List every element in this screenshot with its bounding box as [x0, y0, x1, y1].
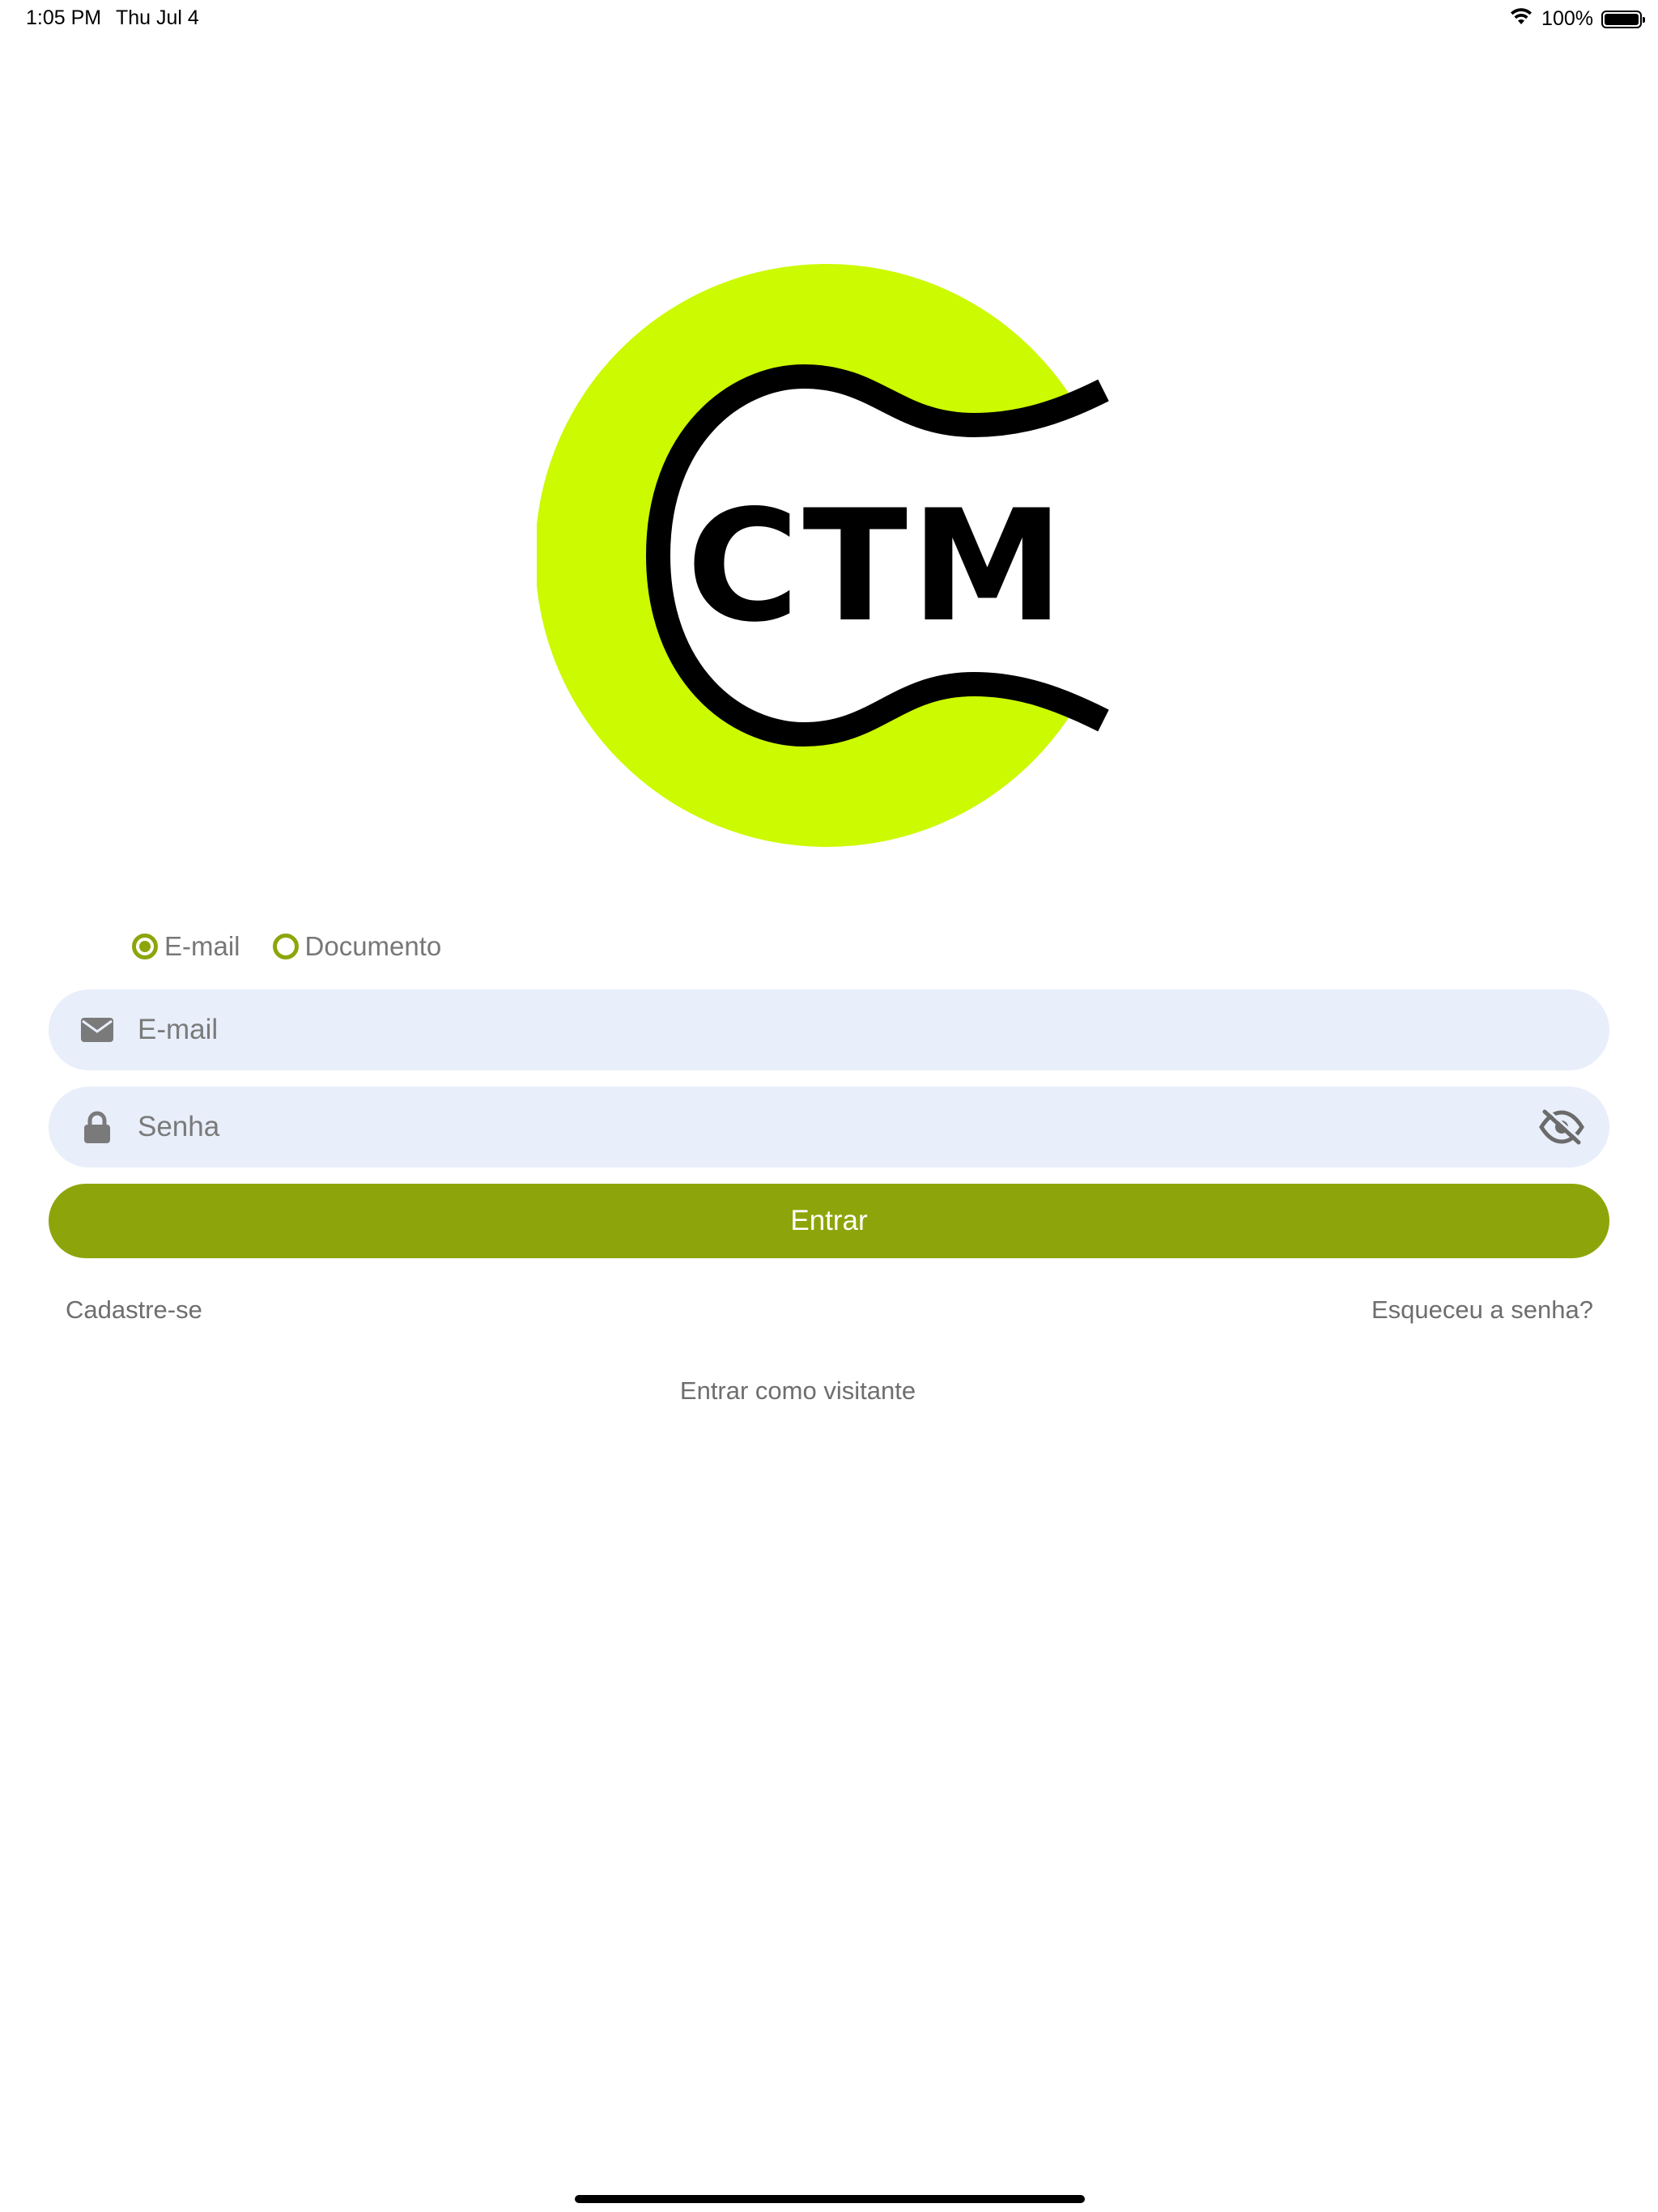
battery-percent: 100%	[1541, 7, 1593, 30]
eye-slash-icon[interactable]	[1538, 1107, 1585, 1147]
battery-icon	[1601, 10, 1645, 28]
logo-text: CTM	[687, 477, 1067, 656]
email-placeholder: E-mail	[138, 1014, 219, 1045]
radio-documento[interactable]: Documento	[272, 931, 442, 962]
lock-icon	[81, 1111, 113, 1143]
radio-selected-icon	[132, 934, 158, 959]
status-bar: 1:05 PM Thu Jul 4 100%	[0, 0, 1658, 40]
status-time: 1:05 PM	[26, 6, 102, 29]
password-placeholder: Senha	[138, 1111, 220, 1142]
radio-unselected-icon	[272, 934, 299, 959]
radio-email-label: E-mail	[164, 931, 240, 961]
signup-link[interactable]: Cadastre-se	[66, 1295, 202, 1325]
login-button[interactable]: Entrar	[49, 1184, 1609, 1258]
password-field[interactable]: Senha	[49, 1087, 1609, 1168]
login-screen: 1:05 PM Thu Jul 4 100% CTM E-mail Docume…	[0, 0, 1658, 2212]
ctm-logo: CTM	[537, 263, 1121, 848]
email-field[interactable]: E-mail	[49, 989, 1609, 1070]
envelope-icon	[81, 1014, 113, 1046]
radio-documento-label: Documento	[304, 931, 442, 961]
radio-email[interactable]: E-mail	[132, 931, 240, 962]
forgot-password-link[interactable]: Esqueceu a senha?	[1371, 1295, 1593, 1325]
login-type-selector: E-mail Documento	[132, 931, 441, 962]
status-date: Thu Jul 4	[116, 6, 199, 29]
guest-login-link[interactable]: Entrar como visitante	[0, 1376, 1596, 1406]
home-indicator[interactable]	[575, 2195, 1085, 2203]
wifi-icon	[1509, 6, 1533, 32]
status-indicators: 100%	[1509, 6, 1645, 32]
